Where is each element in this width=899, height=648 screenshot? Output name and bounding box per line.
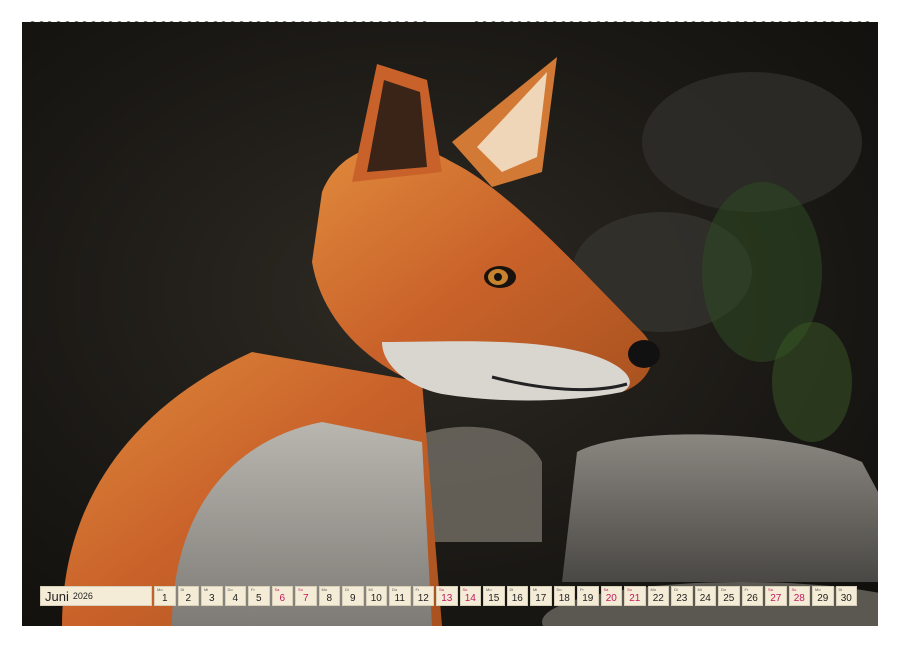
day-number: 21 (629, 593, 640, 604)
weekday-label: Mi (369, 588, 373, 592)
day-cell: Mi24 (695, 586, 717, 606)
day-number: 24 (700, 593, 711, 604)
day-number: 12 (418, 593, 429, 604)
weekday-label: Fr (416, 588, 420, 592)
day-cell: Sa6 (272, 586, 294, 606)
day-number: 22 (653, 593, 664, 604)
weekday-label: Fr (745, 588, 749, 592)
weekday-label: Di (181, 588, 185, 592)
day-number: 27 (770, 593, 781, 604)
day-cell: Mo22 (648, 586, 670, 606)
weekday-label: Sa (275, 588, 280, 592)
day-number: 10 (371, 593, 382, 604)
day-cell: Fr26 (742, 586, 764, 606)
day-cell: Di30 (836, 586, 858, 606)
weekday-label: So (298, 588, 303, 592)
day-number: 17 (535, 593, 546, 604)
calendar-strip: Juni 2026 Mo1Di2Mi3Do4Fr5Sa6So7Mo8Di9Mi1… (40, 586, 857, 606)
month-label: Juni 2026 (40, 586, 152, 606)
day-cell: Do25 (718, 586, 740, 606)
day-cell: Mo8 (319, 586, 341, 606)
day-number: 16 (512, 593, 523, 604)
day-cells: Mo1Di2Mi3Do4Fr5Sa6So7Mo8Di9Mi10Do11Fr12S… (154, 586, 857, 606)
day-cell: Mi3 (201, 586, 223, 606)
day-cell: Mi17 (530, 586, 552, 606)
weekday-label: Do (721, 588, 726, 592)
fox-photo (22, 22, 878, 626)
weekday-label: Do (392, 588, 397, 592)
day-number: 19 (582, 593, 593, 604)
day-number: 9 (350, 593, 356, 604)
day-number: 14 (465, 593, 476, 604)
weekday-label: Di (839, 588, 843, 592)
day-cell: Mo1 (154, 586, 176, 606)
weekday-label: Mo (322, 588, 328, 592)
weekday-label: Mi (204, 588, 208, 592)
day-number: 2 (185, 593, 191, 604)
day-cell: Di2 (178, 586, 200, 606)
day-cell: Do18 (554, 586, 576, 606)
day-number: 26 (747, 593, 758, 604)
weekday-label: Sa (768, 588, 773, 592)
weekday-label: Di (510, 588, 514, 592)
day-cell: Fr12 (413, 586, 435, 606)
day-number: 1 (162, 593, 168, 604)
weekday-label: So (627, 588, 632, 592)
day-cell: Do11 (389, 586, 411, 606)
day-cell: Sa13 (436, 586, 458, 606)
day-cell: Fr19 (577, 586, 599, 606)
weekday-label: Mo (486, 588, 492, 592)
day-number: 5 (256, 593, 262, 604)
day-cell: So21 (624, 586, 646, 606)
day-cell: Sa20 (601, 586, 623, 606)
weekday-label: Mo (651, 588, 657, 592)
day-number: 4 (232, 593, 238, 604)
day-cell: Di9 (342, 586, 364, 606)
weekday-label: So (792, 588, 797, 592)
weekday-label: Mi (698, 588, 702, 592)
weekday-label: Mo (157, 588, 163, 592)
fox-illustration (22, 22, 878, 626)
day-number: 18 (559, 593, 570, 604)
day-cell: Di23 (671, 586, 693, 606)
day-number: 29 (817, 593, 828, 604)
day-cell: Sa27 (765, 586, 787, 606)
weekday-label: Di (674, 588, 678, 592)
weekday-label: Sa (604, 588, 609, 592)
day-number: 28 (794, 593, 805, 604)
weekday-label: Mi (533, 588, 537, 592)
month-name: Juni (45, 589, 69, 604)
day-number: 30 (841, 593, 852, 604)
day-number: 15 (488, 593, 499, 604)
day-cell: So7 (295, 586, 317, 606)
day-number: 25 (723, 593, 734, 604)
weekday-label: Do (557, 588, 562, 592)
day-cell: So14 (460, 586, 482, 606)
month-year: 2026 (73, 591, 93, 601)
weekday-label: Fr (580, 588, 584, 592)
weekday-label: Fr (251, 588, 255, 592)
weekday-label: Sa (439, 588, 444, 592)
weekday-label: Do (228, 588, 233, 592)
day-cell: Do4 (225, 586, 247, 606)
weekday-label: Mo (815, 588, 821, 592)
weekday-label: Di (345, 588, 349, 592)
day-number: 11 (395, 593, 405, 604)
day-number: 3 (209, 593, 215, 604)
day-number: 23 (676, 593, 687, 604)
day-cell: Mo29 (812, 586, 834, 606)
day-cell: So28 (789, 586, 811, 606)
day-number: 13 (441, 593, 452, 604)
day-number: 20 (606, 593, 617, 604)
weekday-label: So (463, 588, 468, 592)
day-cell: Fr5 (248, 586, 270, 606)
day-number: 6 (279, 593, 285, 604)
day-cell: Mi10 (366, 586, 388, 606)
day-number: 8 (326, 593, 332, 604)
day-cell: Di16 (507, 586, 529, 606)
day-number: 7 (303, 593, 309, 604)
day-cell: Mo15 (483, 586, 505, 606)
